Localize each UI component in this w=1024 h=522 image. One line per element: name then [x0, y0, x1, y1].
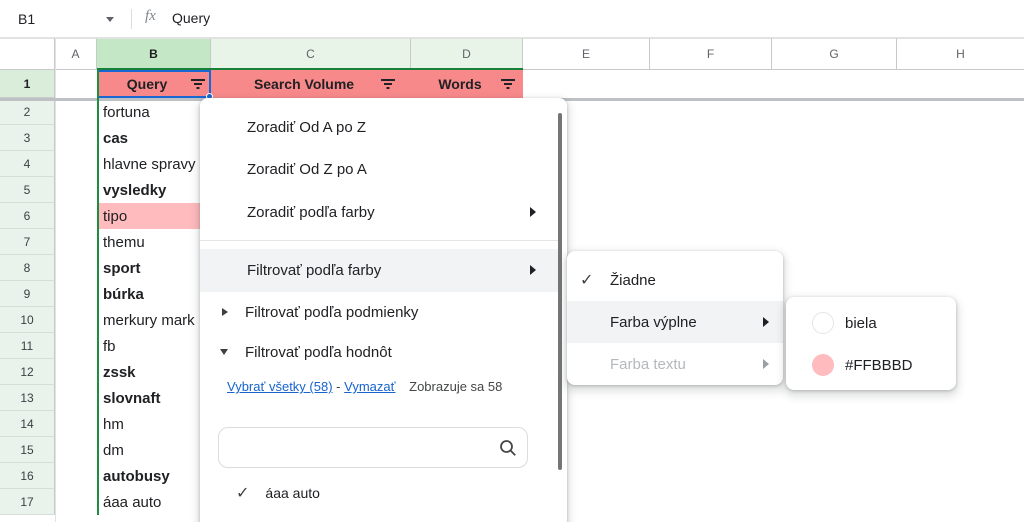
row-header-13[interactable]: 13	[0, 385, 55, 411]
row-header-right-border	[55, 38, 56, 522]
cell-b17[interactable]: áaa auto	[100, 489, 211, 515]
cell-b11[interactable]: fb	[100, 333, 211, 359]
submenu-arrow-icon	[763, 359, 769, 369]
filter-icon-search-volume[interactable]	[379, 76, 397, 92]
search-icon[interactable]	[499, 439, 517, 462]
cell-d1-words-header[interactable]: Words	[411, 70, 523, 98]
row-header-17[interactable]: 17	[0, 489, 55, 515]
expand-collapsed-icon	[222, 308, 228, 316]
cell-b10[interactable]: merkury mark	[100, 307, 211, 333]
cell-c1-search-volume-header[interactable]: Search Volume	[211, 70, 411, 98]
row-header-16[interactable]: 16	[0, 463, 55, 489]
cell-b7[interactable]: themu	[100, 229, 211, 255]
cell-b5[interactable]: vysledky	[100, 177, 211, 203]
row-header-15[interactable]: 15	[0, 437, 55, 463]
cell-b9[interactable]: búrka	[100, 281, 211, 307]
checkmark-icon: ✓	[580, 272, 594, 289]
filter-values-links: Vybrať všetky (58) - Vymazať Zobrazuje s…	[227, 379, 547, 394]
name-box[interactable]: B1	[0, 0, 104, 38]
row-header-14[interactable]: 14	[0, 411, 55, 437]
col-header-a[interactable]: A	[55, 38, 97, 70]
cell-b4[interactable]: hlavne spravy	[100, 151, 211, 177]
row-header-12[interactable]: 12	[0, 359, 55, 385]
row-header-1[interactable]: 1	[0, 70, 55, 98]
menu-item-filter-by-condition[interactable]: Filtrovať podľa podmienky	[200, 294, 558, 330]
submenu-item-none[interactable]: ✓ Žiadne	[567, 259, 783, 301]
select-all-corner[interactable]	[0, 38, 55, 70]
query-header-label: Query	[126, 76, 168, 92]
formula-input[interactable]: Query	[172, 10, 210, 26]
filter-search-box	[218, 427, 528, 468]
row-header-6[interactable]: 6	[0, 203, 55, 229]
fill-color-submenu: biela #FFBBBD	[786, 297, 956, 390]
submenu-arrow-icon	[763, 317, 769, 327]
cell-b16[interactable]: autobusy	[100, 463, 211, 489]
menu-item-filter-by-color[interactable]: Filtrovať podľa farby	[200, 249, 558, 292]
row-header-11[interactable]: 11	[0, 333, 55, 359]
showing-count-label: Zobrazuje sa 58	[409, 379, 503, 394]
menu-item-filter-by-values[interactable]: Filtrovať podľa hodnôt	[200, 334, 558, 370]
name-box-dropdown-icon[interactable]	[106, 17, 114, 22]
col-header-d[interactable]: D	[411, 38, 523, 70]
cell-b8[interactable]: sport	[100, 255, 211, 281]
filter-search-input[interactable]	[231, 432, 491, 463]
filter-range-left-border	[97, 70, 99, 515]
submenu-arrow-icon	[530, 207, 536, 217]
cell-b12[interactable]: zssk	[100, 359, 211, 385]
fill-color-option-pink[interactable]: #FFBBBD	[786, 344, 956, 386]
col-header-h[interactable]: H	[897, 38, 1024, 70]
col-header-f[interactable]: F	[650, 38, 772, 70]
spreadsheet-app: B1 fx Query A B C D E F G H 1 Query Sear…	[0, 0, 1024, 522]
col-header-e[interactable]: E	[523, 38, 650, 70]
cell-b2[interactable]: fortuna	[100, 99, 211, 125]
formula-bar-divider	[131, 9, 132, 29]
fx-icon: fx	[145, 8, 156, 24]
row-header-10[interactable]: 10	[0, 307, 55, 333]
row-header-5[interactable]: 5	[0, 177, 55, 203]
row-header-3[interactable]: 3	[0, 125, 55, 151]
filter-color-submenu: ✓ Žiadne Farba výplne Farba textu	[567, 251, 783, 385]
cell-b15[interactable]: dm	[100, 437, 211, 463]
cell-b14[interactable]: hm	[100, 411, 211, 437]
cell-b13[interactable]: slovnaft	[100, 385, 211, 411]
filter-dropdown-menu: Zoradiť Od A po Z Zoradiť Od Z po A Zora…	[200, 98, 567, 522]
row-header-9[interactable]: 9	[0, 281, 55, 307]
row-header-4[interactable]: 4	[0, 151, 55, 177]
white-color-swatch-icon	[812, 312, 834, 334]
submenu-item-text-color[interactable]: Farba textu	[567, 343, 783, 385]
cell-b1-query-header[interactable]: Query	[97, 70, 211, 98]
clear-link[interactable]: Vymazať	[344, 379, 395, 394]
menu-divider	[200, 240, 558, 241]
menu-item-sort-za[interactable]: Zoradiť Od Z po A	[200, 148, 558, 191]
pink-color-swatch-icon	[812, 354, 834, 376]
submenu-item-fill-color[interactable]: Farba výplne	[567, 301, 783, 343]
submenu-arrow-icon	[530, 265, 536, 275]
menu-scrollbar[interactable]	[558, 113, 562, 470]
filter-icon-words[interactable]	[499, 76, 517, 92]
links-dash: -	[336, 379, 341, 394]
formula-bar: B1 fx Query	[0, 0, 1024, 38]
filter-range-top-border	[97, 68, 523, 70]
row-header-7[interactable]: 7	[0, 229, 55, 255]
words-header-label: Words	[438, 76, 482, 92]
row-header-8[interactable]: 8	[0, 255, 55, 281]
row-header-2[interactable]: 2	[0, 99, 55, 125]
filter-icon-query[interactable]	[189, 76, 207, 92]
value-item-aaa-auto[interactable]: ✓ áaa auto	[236, 476, 536, 510]
name-box-value: B1	[18, 11, 36, 27]
checkmark-icon: ✓	[236, 485, 250, 502]
fill-color-option-white[interactable]: biela	[786, 302, 956, 344]
menu-item-sort-az[interactable]: Zoradiť Od A po Z	[200, 106, 558, 149]
col-header-g[interactable]: G	[772, 38, 897, 70]
cell-b3[interactable]: cas	[100, 125, 211, 151]
cell-b6[interactable]: tipo	[99, 203, 211, 229]
col-header-c[interactable]: C	[211, 38, 411, 70]
search-volume-header-label: Search Volume	[253, 76, 355, 92]
expand-expanded-icon	[220, 349, 228, 355]
col-header-b[interactable]: B	[97, 38, 211, 70]
menu-item-sort-by-color[interactable]: Zoradiť podľa farby	[200, 191, 558, 234]
select-all-link[interactable]: Vybrať všetky (58)	[227, 379, 333, 394]
